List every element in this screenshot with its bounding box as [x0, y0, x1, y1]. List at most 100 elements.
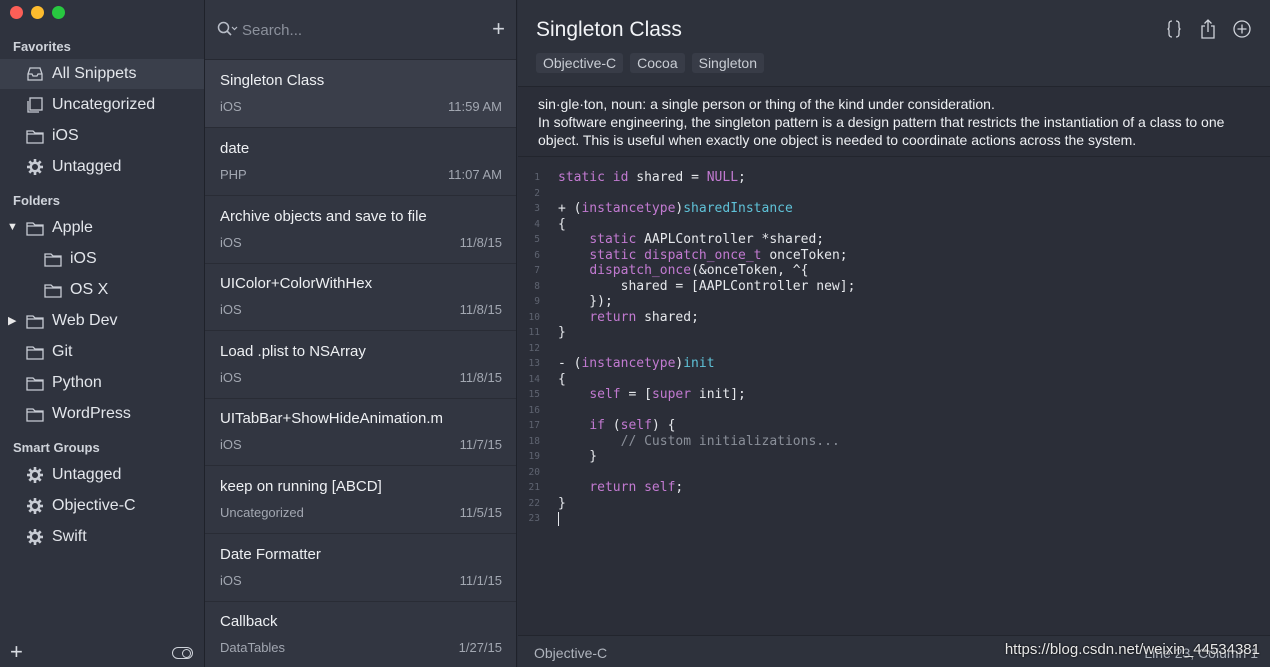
snippet-category: PHP [220, 167, 247, 182]
snippet-date: 11:07 AM [448, 167, 502, 182]
folder-icon [24, 126, 46, 146]
tag-chip[interactable]: Objective-C [536, 53, 624, 73]
snippet-date: 11/5/15 [459, 505, 502, 520]
snippet-date: 11/8/15 [459, 235, 502, 250]
tag-chip[interactable]: Cocoa [630, 53, 685, 73]
snippet-category: DataTables [220, 640, 286, 655]
snippet-date: 11/8/15 [459, 302, 502, 317]
watermark-text: https://blog.csdn.net/weixin_44534381 [1004, 641, 1260, 658]
sidebar-item-ios[interactable]: iOS [0, 244, 204, 274]
code-editor[interactable]: 1 static id shared = NULL; 2 3 + (instance… [518, 170, 1270, 527]
snippet-list-item[interactable]: Archive objects and save to file iOS 11/… [205, 196, 516, 264]
braces-icon[interactable] [1164, 18, 1184, 40]
sidebar: Favorites All Snippets Uncategorized iOS… [0, 0, 205, 667]
sidebar-item-untagged[interactable]: Untagged [0, 152, 204, 182]
sidebar-item-label: Untagged [52, 466, 122, 483]
sidebar-bottom-bar: + [0, 639, 204, 667]
gear-icon [24, 496, 46, 516]
snippet-title: Date Formatter [220, 546, 321, 563]
sidebar-item-label: Uncategorized [52, 96, 156, 113]
sidebar-item-python[interactable]: Python [0, 368, 204, 398]
snippet-title: date [220, 140, 250, 157]
add-folder-button[interactable]: + [10, 641, 23, 663]
sidebar-item-uncategorized[interactable]: Uncategorized [0, 90, 204, 120]
sidebar-item-label: Web Dev [52, 312, 118, 329]
snippet-list-item[interactable]: Load .plist to NSArray iOS 11/8/15 [205, 331, 516, 399]
snippet-category: Uncategorized [220, 505, 304, 520]
add-circle-icon[interactable] [1232, 18, 1252, 40]
folder-icon [24, 218, 46, 238]
sidebar-item-label: OS X [70, 281, 109, 298]
snippet-title: Load .plist to NSArray [220, 343, 366, 360]
search-icon[interactable] [217, 21, 239, 42]
sidebar-item-apple[interactable]: Apple [0, 213, 180, 243]
share-icon[interactable] [1198, 18, 1218, 40]
snippet-list-item[interactable]: Date Formatter iOS 11/1/15 [205, 534, 516, 602]
sidebar-item-label: iOS [52, 127, 79, 144]
tag-chip[interactable]: Singleton [691, 53, 764, 73]
sidebar-item-git[interactable]: Git [0, 337, 204, 367]
snippet-date: 1/27/15 [458, 640, 502, 655]
snippet-category: iOS [220, 437, 242, 452]
folder-icon [24, 373, 46, 393]
snippet-date: 11:59 AM [448, 99, 502, 114]
gear-icon [24, 465, 46, 485]
sidebar-item-label: WordPress [52, 405, 131, 422]
zoom-window-button[interactable] [52, 6, 65, 19]
minimize-window-button[interactable] [31, 6, 44, 19]
smart-groups-section-title: Smart Groups [13, 440, 100, 455]
snippet-date: 11/1/15 [459, 573, 502, 588]
snippet-title: Callback [220, 613, 278, 630]
snippet-category: iOS [220, 573, 242, 588]
snippet-list-item[interactable]: keep on running [ABCD] Uncategorized 11/… [205, 466, 516, 534]
folder-icon [42, 280, 64, 300]
snippet-date: 11/8/15 [459, 370, 502, 385]
sidebar-item-all-snippets[interactable]: All Snippets [0, 59, 204, 89]
text-cursor [558, 511, 559, 526]
snippet-detail: Singleton Class Objective-C Cocoa Single… [518, 0, 1270, 667]
sidebar-item-label: Apple [52, 219, 93, 236]
tray-icon [24, 64, 46, 84]
snippet-title-heading[interactable]: Singleton Class [536, 18, 682, 42]
toggle-icon[interactable] [172, 647, 193, 659]
sidebar-item-smart-untagged[interactable]: Untagged [0, 460, 204, 490]
sidebar-item-label: All Snippets [52, 65, 137, 82]
sidebar-item-web-dev[interactable]: Web Dev [0, 306, 180, 336]
snippet-title: UITabBar+ShowHideAnimation.m [220, 410, 444, 427]
search-input[interactable] [242, 18, 472, 42]
snippet-title: UIColor+ColorWithHex [220, 275, 373, 292]
sidebar-item-label: Git [52, 343, 73, 360]
gear-icon [24, 157, 46, 177]
folders-section-title: Folders [13, 193, 60, 208]
gear-icon [24, 527, 46, 547]
language-selector[interactable]: Objective-C [534, 645, 607, 661]
add-snippet-button[interactable]: + [492, 16, 505, 42]
sidebar-item-smart-objective-c[interactable]: Objective-C [0, 491, 204, 521]
snippet-description[interactable]: sin·gle·ton, noun: a single person or th… [538, 95, 1258, 149]
sidebar-item-ios-favorite[interactable]: iOS [0, 121, 204, 151]
snippet-title: Archive objects and save to file [220, 208, 427, 225]
sidebar-item-label: iOS [70, 250, 97, 267]
sidebar-item-label: Python [52, 374, 102, 391]
folder-icon [24, 404, 46, 424]
description-line: sin·gle·ton, noun: a single person or th… [538, 96, 995, 112]
snippet-list-item[interactable]: Callback DataTables 1/27/15 [205, 601, 516, 667]
snippet-category: iOS [220, 235, 242, 250]
sidebar-item-label: Objective-C [52, 497, 136, 514]
snippet-date: 11/7/15 [459, 437, 502, 452]
snippet-title: keep on running [ABCD] [220, 478, 382, 495]
window-controls [10, 6, 65, 19]
snippet-list-item[interactable]: UITabBar+ShowHideAnimation.m iOS 11/7/15 [205, 398, 516, 466]
search-bar: + [205, 0, 516, 60]
snippet-category: iOS [220, 302, 242, 317]
header-actions [1164, 18, 1252, 40]
sidebar-item-wordpress[interactable]: WordPress [0, 399, 204, 429]
tag-list: Objective-C Cocoa Singleton [536, 53, 764, 73]
close-window-button[interactable] [10, 6, 23, 19]
sidebar-item-smart-swift[interactable]: Swift [0, 522, 204, 552]
snippet-category: iOS [220, 370, 242, 385]
sidebar-item-osx[interactable]: OS X [0, 275, 204, 305]
snippet-list-item[interactable]: date PHP 11:07 AM [205, 128, 516, 196]
snippet-list-item[interactable]: UIColor+ColorWithHex iOS 11/8/15 [205, 263, 516, 331]
snippet-list-item[interactable]: Singleton Class iOS 11:59 AM [205, 60, 516, 128]
